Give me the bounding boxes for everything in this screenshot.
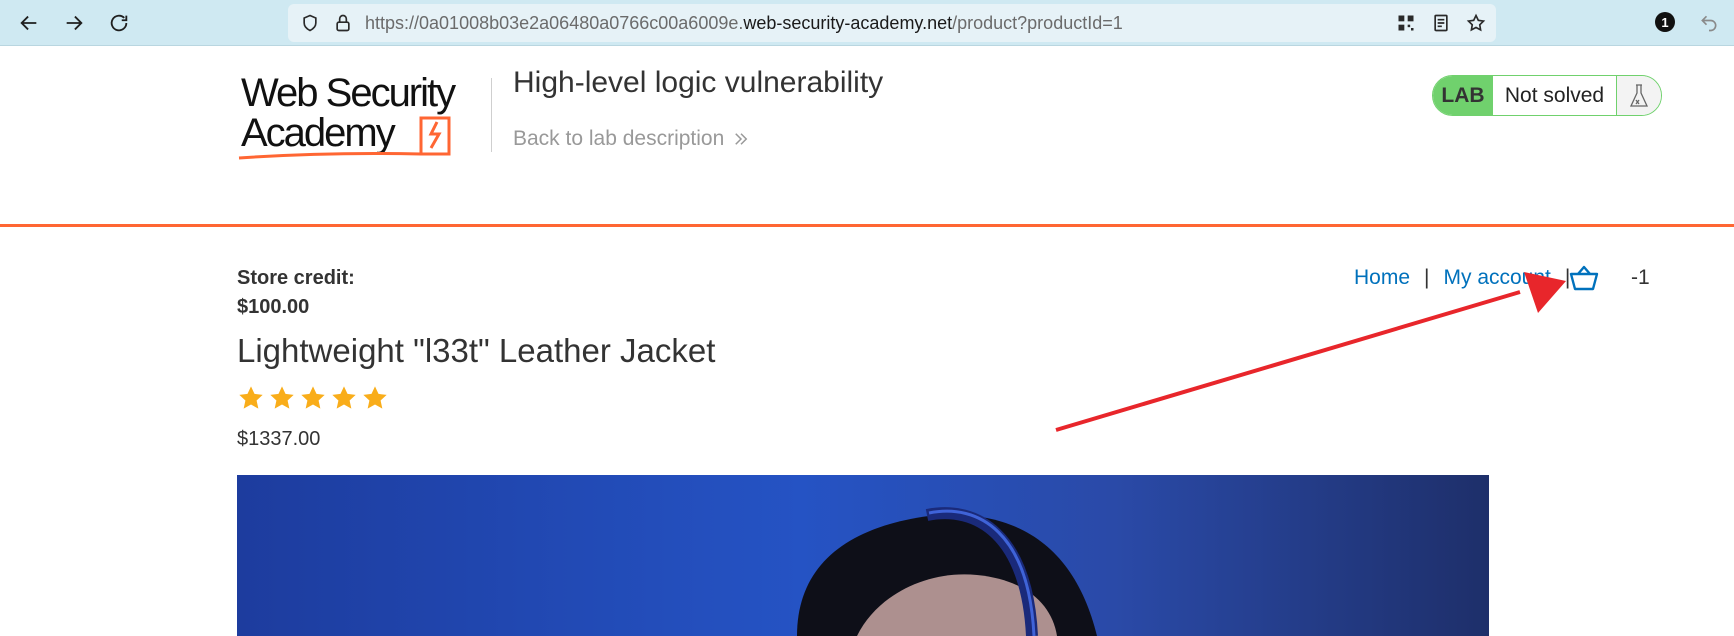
flask-icon	[1617, 76, 1661, 115]
star-bookmark-icon[interactable]	[1466, 13, 1486, 33]
back-link-label[interactable]: Back to lab description	[513, 127, 724, 151]
nav-separator: |	[1424, 266, 1430, 289]
shield-icon[interactable]	[300, 13, 320, 33]
product-title: Lightweight "l33t" Leather Jacket	[237, 332, 716, 369]
url-text[interactable]: https://0a01008b03e2a06480a0766c00a6009e…	[365, 13, 1123, 34]
top-navigation: Home | My account |	[1354, 266, 1584, 290]
reload-icon[interactable]	[104, 8, 134, 38]
nav-home-link[interactable]: Home	[1354, 266, 1410, 290]
product-rating	[237, 384, 389, 412]
star-icon	[332, 386, 356, 409]
product-image	[237, 475, 1489, 636]
cart-item-count: -1	[1631, 266, 1650, 289]
back-icon[interactable]	[14, 8, 44, 38]
double-chevron-right-icon	[735, 133, 748, 145]
lab-title: High-level logic vulnerability	[513, 66, 884, 99]
address-bar[interactable]: https://0a01008b03e2a06480a0766c00a6009e…	[288, 4, 1496, 42]
svg-text:Web Security: Web Security	[241, 72, 456, 115]
header-divider	[491, 78, 492, 152]
shopping-basket-icon[interactable]	[1569, 265, 1599, 291]
lab-status-text: Not solved	[1493, 76, 1617, 115]
back-to-lab-description-link[interactable]: Back to lab description	[513, 127, 750, 151]
lab-status-widget: LAB Not solved	[1432, 75, 1662, 116]
store-credit-value: $100.00	[237, 296, 310, 318]
product-price: $1337.00	[237, 428, 321, 450]
reader-mode-icon[interactable]	[1431, 13, 1451, 33]
nav-my-account-link[interactable]: My account	[1444, 266, 1551, 290]
store-credit-label: Store credit:	[237, 267, 355, 289]
star-icon	[363, 386, 387, 409]
star-icon	[270, 386, 294, 409]
forward-icon[interactable]	[59, 8, 89, 38]
web-security-academy-logo[interactable]: Web Security Academy	[237, 71, 487, 164]
star-icon	[301, 386, 325, 409]
svg-text:Academy: Academy	[241, 111, 396, 155]
lock-icon[interactable]	[333, 13, 353, 33]
extension-badge[interactable]: 1	[1655, 12, 1675, 32]
undo-icon[interactable]	[1694, 8, 1724, 38]
qr-code-icon[interactable]	[1396, 13, 1416, 33]
browser-toolbar: https://0a01008b03e2a06480a0766c00a6009e…	[0, 0, 1734, 46]
header-rule	[0, 224, 1734, 227]
lab-tag: LAB	[1433, 76, 1493, 115]
star-icon	[239, 386, 263, 409]
